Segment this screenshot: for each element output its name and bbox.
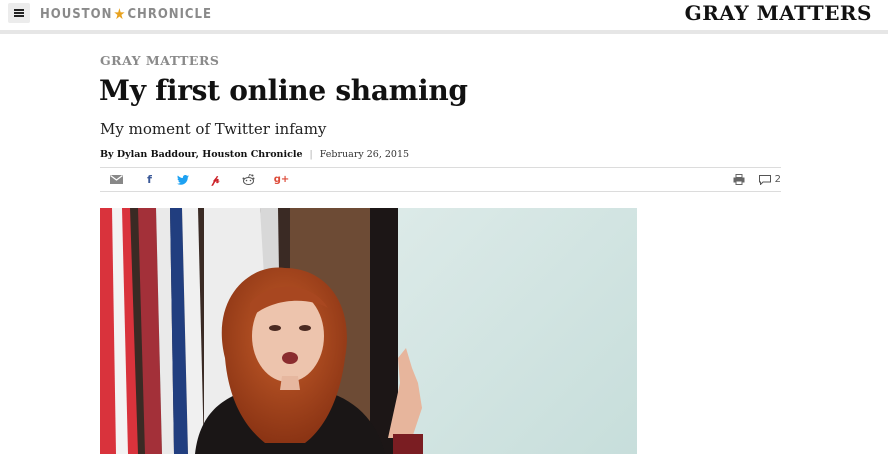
site-logo-left: HOUSTON — [40, 6, 113, 22]
lead-photo[interactable] — [100, 208, 637, 454]
site-logo-right: CHRONICLE — [127, 6, 212, 22]
comments-link[interactable]: 2 — [758, 174, 781, 185]
article-headline: My first online shaming — [99, 74, 468, 107]
site-logo[interactable]: HOUSTON ★ CHRONICLE — [40, 5, 212, 23]
comment-count: 2 — [774, 174, 781, 185]
star-icon: ★ — [113, 5, 127, 23]
top-bar: HOUSTON ★ CHRONICLE GRAY MATTERS — [0, 0, 888, 30]
section-kicker[interactable]: GRAY MATTERS — [100, 53, 219, 68]
print-icon[interactable] — [729, 174, 749, 185]
reddit-icon[interactable] — [232, 168, 265, 191]
twitter-icon[interactable] — [166, 168, 199, 191]
google-plus-icon[interactable]: g+ — [265, 168, 298, 191]
byline-separator: | — [309, 149, 313, 160]
share-icons: f 𝓅 g+ — [100, 168, 298, 191]
share-right-tools: 2 — [729, 168, 781, 191]
publish-date: February 26, 2015 — [319, 149, 410, 160]
author-name[interactable]: By Dylan Baddour, Houston Chronicle — [100, 149, 303, 160]
email-icon[interactable] — [100, 168, 133, 191]
facebook-icon[interactable]: f — [133, 168, 166, 191]
section-logo[interactable]: GRAY MATTERS — [685, 1, 872, 25]
article-dek: My moment of Twitter infamy — [100, 120, 327, 138]
hamburger-menu-icon[interactable] — [8, 3, 30, 23]
share-bar: f 𝓅 g+ 2 — [100, 167, 781, 192]
header-divider — [0, 30, 888, 34]
byline: By Dylan Baddour, Houston Chronicle | Fe… — [100, 149, 409, 160]
pinterest-icon[interactable]: 𝓅 — [199, 168, 232, 191]
comment-icon — [758, 174, 771, 185]
